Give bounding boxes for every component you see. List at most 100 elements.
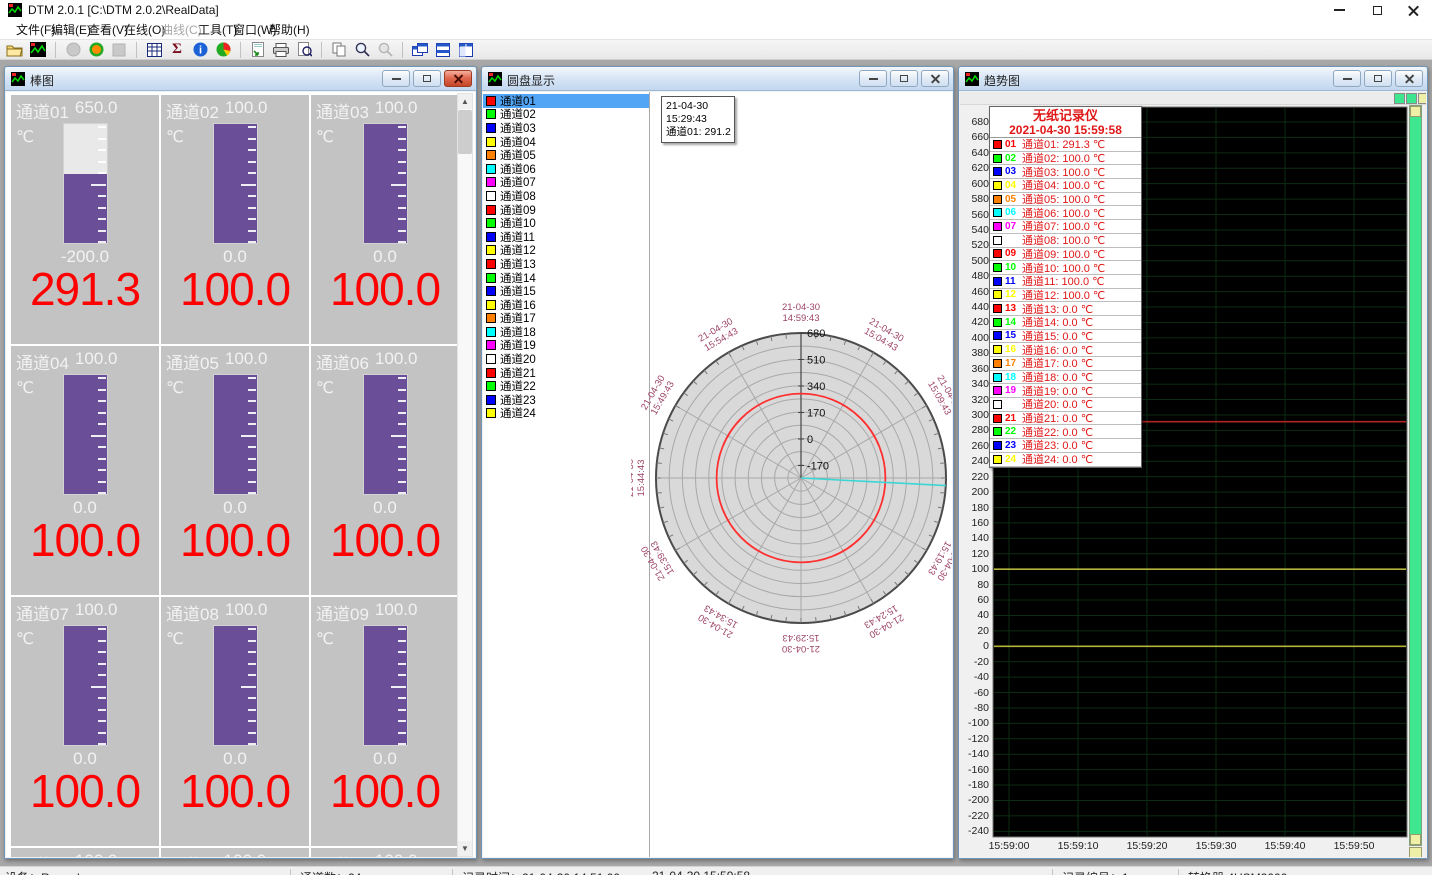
app-close-button[interactable] xyxy=(1398,2,1428,18)
scroll-up-icon[interactable]: ▲ xyxy=(458,94,472,109)
channel-list-item[interactable]: 通道24 xyxy=(483,407,649,421)
gauge-tick xyxy=(98,446,106,448)
gauge-tick xyxy=(248,389,256,391)
status-segment-6: 转换器 4USM2000 xyxy=(1188,869,1287,875)
gauge-tick xyxy=(248,172,256,174)
gauge-tick xyxy=(248,663,256,665)
gauge-header: 通道06100.0 xyxy=(316,349,457,374)
window-disk: 圆盘显示 通道01通道02通道03通道04通道05通道06通道07通道08通道0… xyxy=(481,66,954,859)
gauge-unit: ℃ xyxy=(316,127,334,147)
close-button[interactable] xyxy=(921,70,949,87)
restore-button[interactable] xyxy=(413,70,441,87)
record-icon[interactable] xyxy=(87,41,105,58)
legend-color-swatch xyxy=(993,345,1002,354)
gauge-tick xyxy=(398,651,406,653)
legend-row: 24通道24: 0.0 ℃ xyxy=(990,453,1141,467)
status-segment-3: 记录时间：21-04-30 14:51:00 xyxy=(462,869,620,875)
gauge-tick xyxy=(98,640,106,642)
gauge-tick xyxy=(398,241,406,243)
gauge-tick xyxy=(248,674,256,676)
gauge-tick xyxy=(241,435,256,437)
trend-view-icon[interactable] xyxy=(29,41,47,58)
gauge-max-value: 100.0 xyxy=(375,600,418,625)
minimize-button[interactable] xyxy=(1333,70,1361,87)
legend-channel-number: 02 xyxy=(1005,153,1022,164)
app-maximize-button[interactable] xyxy=(1362,2,1392,18)
data-table-icon[interactable] xyxy=(145,41,163,58)
channel-color-swatch xyxy=(486,273,496,283)
gauge-channel-name: 通道11 xyxy=(166,851,218,857)
bargraph-scrollbar[interactable]: ▲ ▼ xyxy=(457,93,473,857)
minimize-button[interactable] xyxy=(859,70,887,87)
gauge-tick xyxy=(398,732,406,734)
gauge-bar-track xyxy=(363,123,408,244)
gauge-bar-track xyxy=(213,625,258,746)
gauge-bar-track xyxy=(63,625,108,746)
app-minimize-button[interactable] xyxy=(1324,2,1354,18)
gauge-tick xyxy=(98,126,106,128)
legend-channel-number: 14 xyxy=(1005,317,1022,328)
channel-color-swatch xyxy=(486,164,496,174)
gauge-tick xyxy=(248,709,256,711)
gauge-tick xyxy=(248,400,256,402)
legend-color-swatch xyxy=(993,455,1002,464)
pie-chart-icon[interactable] xyxy=(214,41,232,58)
x-tick-label: 15:59:10 xyxy=(1048,840,1108,852)
window-trend-titlebar[interactable]: 趋势图 xyxy=(959,67,1427,91)
tile-vertical-icon[interactable] xyxy=(457,41,475,58)
window-bargraph-titlebar[interactable]: 棒图 xyxy=(5,67,476,91)
channel-color-swatch xyxy=(486,232,496,242)
channel-color-swatch xyxy=(486,286,496,296)
gauge-tick xyxy=(98,628,106,630)
gauge-tick xyxy=(98,195,106,197)
gauge-unit: ℃ xyxy=(316,378,334,398)
copy-icon[interactable] xyxy=(330,41,348,58)
gauge-tick xyxy=(98,663,106,665)
sum-icon[interactable]: Σ xyxy=(168,41,186,58)
gauge-tick xyxy=(98,674,106,676)
close-button[interactable] xyxy=(444,70,472,87)
zoom-in-icon[interactable] xyxy=(353,41,371,58)
gauge-tick xyxy=(398,469,406,471)
gauge-channel-name: 通道09 xyxy=(316,600,369,625)
gauge-tick xyxy=(398,389,406,391)
gauge-header: 通道01650.0 xyxy=(16,98,157,123)
vscroll-button[interactable] xyxy=(1410,834,1421,845)
legend-color-swatch xyxy=(993,236,1002,245)
menu-item-8[interactable]: 帮助(H) xyxy=(263,20,316,40)
window-icon xyxy=(965,72,979,86)
toolbar: Σi xyxy=(0,40,1432,60)
scroll-down-icon[interactable]: ▼ xyxy=(458,841,472,856)
svg-text:15:44:43: 15:44:43 xyxy=(636,460,647,497)
legend-color-swatch xyxy=(993,318,1002,327)
gauge-tick xyxy=(91,184,106,186)
disk-client: 通道01通道02通道03通道04通道05通道06通道07通道08通道09通道10… xyxy=(483,92,952,857)
x-tick-label: 15:59:30 xyxy=(1186,840,1246,852)
print-icon[interactable] xyxy=(272,41,290,58)
gauge-channel-name: 通道06 xyxy=(316,349,369,374)
x-tick-label: 15:59:00 xyxy=(979,840,1039,852)
channel-color-swatch xyxy=(486,408,496,418)
gauge-unit: ℃ xyxy=(16,127,34,147)
scrollbar-thumb[interactable] xyxy=(458,110,472,154)
maximize-button[interactable] xyxy=(890,70,918,87)
open-folder-icon[interactable] xyxy=(6,41,24,58)
cascade-windows-icon[interactable] xyxy=(411,41,429,58)
gauge-bar-track xyxy=(363,374,408,495)
window-disk-titlebar[interactable]: 圆盘显示 xyxy=(482,67,953,91)
legend-color-swatch xyxy=(993,263,1002,272)
maximize-button[interactable] xyxy=(1364,70,1392,87)
gauge-unit: ℃ xyxy=(16,378,34,398)
print-preview-icon[interactable] xyxy=(295,41,313,58)
close-button[interactable] xyxy=(1395,70,1423,87)
vscroll-button[interactable] xyxy=(1410,106,1421,117)
tile-horizontal-icon[interactable] xyxy=(434,41,452,58)
trend-vscrollbar[interactable] xyxy=(1409,105,1422,846)
info-icon[interactable]: i xyxy=(191,41,209,58)
svg-text:21-04-30: 21-04-30 xyxy=(782,643,820,654)
export-icon[interactable] xyxy=(249,41,267,58)
channel-list: 通道01通道02通道03通道04通道05通道06通道07通道08通道09通道10… xyxy=(483,92,650,857)
minimize-button[interactable] xyxy=(382,70,410,87)
channel-color-swatch xyxy=(486,137,496,147)
gauge-header: 通道08100.0 xyxy=(166,600,307,625)
